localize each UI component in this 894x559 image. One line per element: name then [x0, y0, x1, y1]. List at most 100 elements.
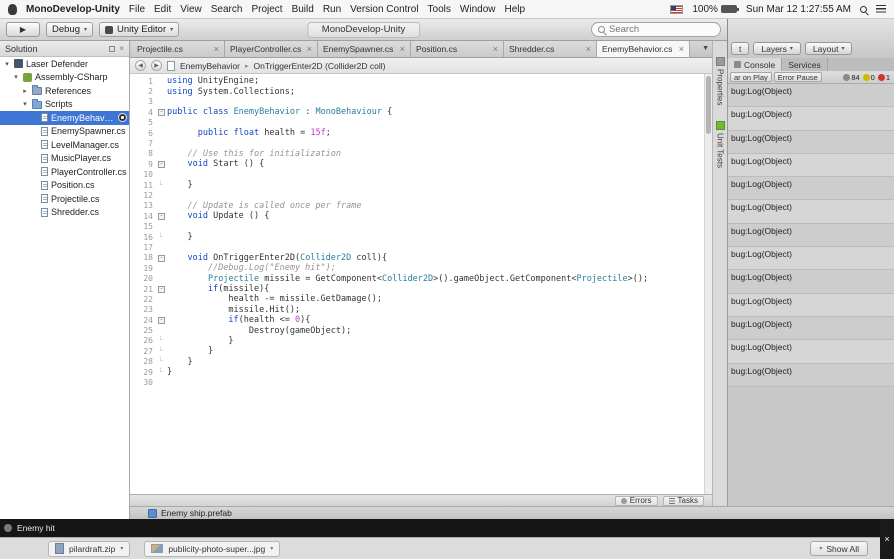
tree-item-levelmanager-cs[interactable]: LevelManager.cs [0, 138, 129, 152]
navigate-forward-icon[interactable]: ▶ [151, 60, 162, 71]
console-log-entry[interactable]: bug:Log(Object) [728, 293, 894, 317]
editor-tab-enemyspawner-cs[interactable]: EnemySpawner.cs × [318, 41, 411, 57]
pad-close-icon[interactable]: × [119, 44, 124, 53]
console-button-ar-on-play[interactable]: ar on Play [730, 72, 772, 82]
scrollbar-thumb[interactable] [706, 76, 711, 134]
unity-button-layers[interactable]: Layers ▾ [753, 42, 801, 55]
console-tab-console[interactable]: Console [728, 58, 783, 71]
errors-button[interactable]: Errors [614, 495, 658, 506]
menu-item-build[interactable]: Build [292, 4, 314, 15]
console-log-entry[interactable]: bug:Log(Object) [728, 177, 894, 201]
editor-tab-enemybehavior-cs[interactable]: EnemyBehavior.cs × [597, 41, 690, 57]
tree-item-enemybehavior-cs[interactable]: EnemyBehavior.cs [0, 111, 129, 125]
tasks-button[interactable]: Tasks [662, 495, 704, 506]
editor-tab-shredder-cs[interactable]: Shredder.cs × [504, 41, 597, 57]
pad-tab-properties[interactable]: Properties [715, 57, 725, 105]
editor-tab-projectile-cs[interactable]: Projectile.cs × [132, 41, 225, 57]
menu-item-project[interactable]: Project [251, 4, 282, 15]
tree-item-musicplayer-cs[interactable]: MusicPlayer.cs [0, 152, 129, 166]
tab-close-icon[interactable]: × [493, 44, 498, 54]
fold-toggle-icon[interactable]: - [158, 286, 165, 293]
unity-status-bar[interactable]: Enemy hit [0, 519, 894, 537]
breadcrumb-method[interactable]: OnTriggerEnter2D (Collider2D coll) [254, 61, 386, 71]
download-chip-publicity-photo-super-jpg[interactable]: publicity-photo-super...jpg ▾ [144, 540, 281, 557]
tab-overflow-icon[interactable]: ▼ [702, 45, 709, 52]
search-input[interactable] [609, 24, 709, 35]
menu-clock[interactable]: Sun Mar 12 1:27:55 AM [746, 4, 851, 15]
tree-item-playercontroller-cs[interactable]: PlayerController.cs [0, 165, 129, 179]
menu-item-search[interactable]: Search [211, 4, 243, 15]
tree-item-position-cs[interactable]: Position.cs [0, 179, 129, 193]
spotlight-search-icon[interactable] [860, 5, 867, 13]
code-editor[interactable]: 1 using UnityEngine; 2 using System.Collect… [130, 74, 712, 494]
console-button-error-pause[interactable]: Error Pause [773, 72, 822, 82]
menu-item-edit[interactable]: Edit [154, 4, 171, 15]
run-target-selector[interactable]: Unity Editor ▾ [99, 22, 180, 37]
download-chip-pilardraft-zip[interactable]: pilardraft.zip ▾ [48, 540, 131, 557]
console-log-entry[interactable]: bug:Log(Object) [728, 316, 894, 341]
console-log-entry[interactable]: bug:Log(Object) [728, 340, 894, 364]
input-language-flag-icon[interactable] [670, 4, 684, 14]
console-count-warn[interactable]: 0 [862, 73, 875, 82]
chevron-down-icon[interactable]: ▾ [270, 545, 273, 552]
configuration-selector[interactable]: Debug ▾ [46, 22, 94, 37]
notification-center-icon[interactable] [876, 5, 886, 13]
vertical-scrollbar[interactable] [704, 74, 712, 494]
disclosure-icon[interactable]: ▸ [21, 87, 29, 95]
unity-button-layout[interactable]: Layout ▾ [804, 42, 853, 55]
tree-item-references[interactable]: ▸ References [0, 84, 129, 98]
console-log-entry[interactable]: bug:Log(Object) [728, 84, 894, 108]
disclosure-icon[interactable]: ▾ [21, 100, 29, 108]
console-log-entry[interactable]: bug:Log(Object) [728, 130, 894, 154]
disclosure-icon[interactable]: ▾ [12, 73, 20, 81]
console-log-entry[interactable]: bug:Log(Object) [728, 223, 894, 248]
editor-tab-playercontroller-cs[interactable]: PlayerController.cs × [225, 41, 318, 57]
apple-menu-icon[interactable] [8, 3, 17, 15]
tab-close-icon[interactable]: × [307, 44, 312, 54]
menu-item-tools[interactable]: Tools [428, 4, 451, 15]
fold-toggle-icon[interactable]: - [158, 317, 165, 325]
console-log-entry[interactable]: bug:Log(Object) [728, 363, 894, 387]
menu-item-window[interactable]: Window [460, 4, 496, 15]
chevron-down-icon[interactable]: ▾ [120, 545, 123, 552]
fold-toggle-icon[interactable]: - [158, 213, 165, 221]
navigate-back-icon[interactable]: ◀ [135, 60, 146, 71]
menu-item-view[interactable]: View [180, 4, 202, 15]
console-log-entry[interactable]: bug:Log(Object) [728, 200, 894, 224]
run-button[interactable]: ▶ [6, 22, 40, 37]
fold-toggle-icon[interactable]: - [158, 254, 165, 262]
unity-button-t[interactable]: t [731, 42, 750, 55]
tab-close-icon[interactable]: × [586, 44, 591, 54]
pad-tab-unit-tests[interactable]: Unit Tests [715, 121, 725, 168]
fold-toggle-icon[interactable]: - [158, 161, 165, 169]
battery-indicator[interactable]: 100% [692, 4, 739, 15]
tab-close-icon[interactable]: × [214, 44, 219, 54]
toolbar-search-field[interactable] [591, 22, 721, 37]
console-tab-services[interactable]: Services [782, 58, 828, 71]
tree-item-laser-defender[interactable]: ▾ Laser Defender [0, 57, 129, 71]
disclosure-icon[interactable]: ▾ [3, 60, 11, 68]
pad-dock-icon[interactable] [109, 45, 116, 52]
tab-close-icon[interactable]: × [400, 44, 405, 54]
tab-close-icon[interactable]: × [679, 44, 684, 54]
console-count-log[interactable]: 84 [843, 73, 860, 82]
editor-tab-position-cs[interactable]: Position.cs × [411, 41, 504, 57]
console-log-entry[interactable]: bug:Log(Object) [728, 247, 894, 271]
tree-item-assembly-csharp[interactable]: ▾ Assembly-CSharp [0, 71, 129, 85]
console-count-error[interactable]: 1 [877, 73, 890, 82]
console-log-entry[interactable]: bug:Log(Object) [728, 107, 894, 131]
menu-item-help[interactable]: Help [504, 4, 525, 15]
breadcrumb-class[interactable]: EnemyBehavior [180, 61, 240, 71]
close-downloads-bar-button[interactable]: × [880, 519, 894, 559]
tree-item-enemyspawner-cs[interactable]: EnemySpawner.cs [0, 125, 129, 139]
menu-app-name[interactable]: MonoDevelop-Unity [26, 4, 120, 15]
menu-item-file[interactable]: File [129, 4, 145, 15]
tree-item-projectile-cs[interactable]: Projectile.cs [0, 192, 129, 206]
show-all-button[interactable]: ▾ Show All [810, 541, 868, 556]
unity-asset-bar[interactable]: Enemy ship.prefab [130, 506, 894, 519]
tree-item-scripts[interactable]: ▾ Scripts [0, 98, 129, 112]
fold-toggle-icon[interactable]: - [158, 109, 165, 117]
console-log-entry[interactable]: bug:Log(Object) [728, 153, 894, 178]
menu-item-version-control[interactable]: Version Control [350, 4, 418, 15]
menu-item-run[interactable]: Run [323, 4, 341, 15]
